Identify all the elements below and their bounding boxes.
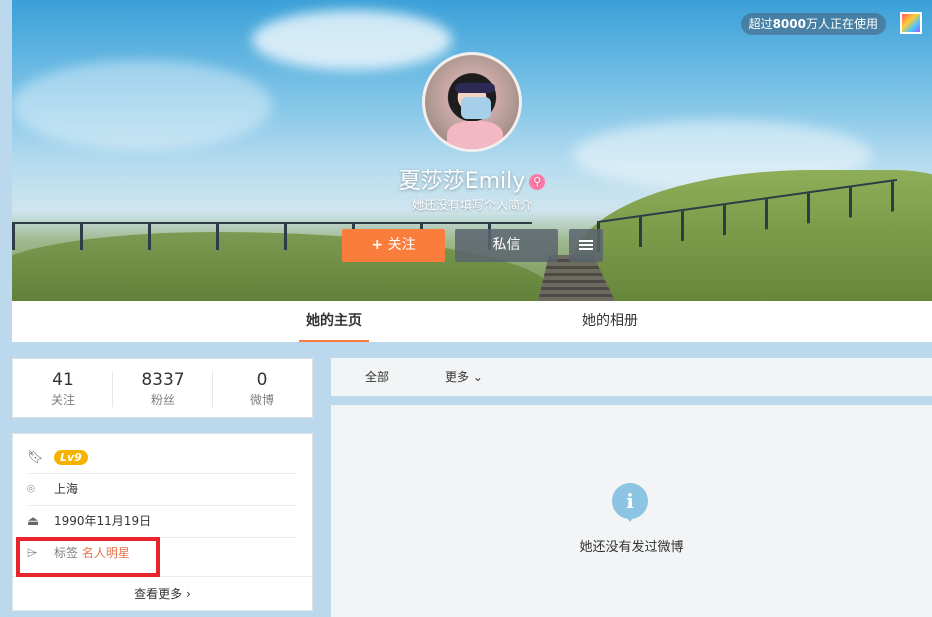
highlight-box	[16, 537, 160, 577]
tab-home[interactable]: 她的主页	[299, 301, 369, 342]
stat-label: 关注	[50, 393, 75, 407]
location-text: 上海	[54, 482, 79, 496]
stat-value: 41	[52, 370, 74, 390]
stat-posts[interactable]: 0 微博	[212, 359, 312, 417]
cover-banner: 超过8000万人正在使用 夏莎莎Emily ⚲ 她还没有填写个人简介 + 关注 私…	[12, 0, 932, 301]
chevron-down-icon: ⌄	[472, 370, 483, 384]
stat-value: 8337	[141, 370, 185, 390]
avatar-detail	[447, 121, 503, 149]
cake-icon: ⏏	[27, 514, 40, 529]
menu-icon	[579, 240, 593, 242]
info-card: 🔖︎ Lv9 ⌾ 上海 ⏏ 1990年11月19日 ⌲ 标签 名人明星 查看更多…	[12, 433, 313, 611]
level-row: 🔖︎ Lv9	[27, 442, 297, 474]
username-row: 夏莎莎Emily ⚲	[12, 163, 932, 195]
follow-label: 关注	[387, 237, 416, 253]
filter-more-label: 更多	[445, 370, 470, 384]
profile-tabs: 她的主页 她的相册	[12, 301, 932, 342]
member-icon[interactable]: ⚲	[529, 174, 546, 190]
stat-value: 0	[256, 370, 268, 390]
info-icon-tail	[625, 515, 635, 522]
stat-followers[interactable]: 8337 粉丝	[113, 359, 213, 417]
cloud-decoration	[252, 10, 452, 70]
user-count-badge: 超过8000万人正在使用	[740, 13, 886, 35]
username: 夏莎莎Emily	[398, 169, 526, 194]
view-more-link[interactable]: 查看更多 ›	[13, 576, 312, 611]
info-icon: i	[612, 483, 648, 519]
stat-label: 微博	[249, 393, 274, 407]
filter-more[interactable]: 更多 ⌄	[445, 358, 483, 396]
location-pin-icon: ⌾	[27, 482, 35, 497]
view-more-label: 查看更多	[134, 587, 183, 601]
cloud-decoration	[12, 60, 272, 150]
stat-following[interactable]: 41 关注	[13, 359, 113, 417]
feed-panel: i 她还没有发过微博	[331, 405, 932, 617]
chevron-right-icon: ›	[186, 587, 191, 601]
stats-card: 41 关注 8337 粉丝 0 微博	[12, 358, 313, 418]
message-button[interactable]: 私信	[455, 229, 558, 262]
skin-icon[interactable]	[900, 12, 922, 34]
avatar-detail	[461, 97, 491, 119]
filter-all[interactable]: 全部	[365, 358, 389, 396]
menu-icon	[579, 244, 593, 246]
plus-icon: +	[371, 237, 384, 253]
level-badge[interactable]: Lv9	[54, 450, 88, 465]
location-row: ⌾ 上海	[27, 474, 297, 506]
stat-label: 粉丝	[150, 393, 175, 407]
tab-album[interactable]: 她的相册	[575, 301, 645, 342]
birthday-text: 1990年11月19日	[54, 514, 152, 528]
bookmark-icon: 🔖︎	[27, 450, 44, 465]
avatar-detail	[455, 83, 495, 93]
avatar[interactable]	[422, 52, 522, 152]
menu-icon	[579, 248, 593, 250]
empty-feed-text: 她还没有发过微博	[579, 540, 684, 555]
profile-intro: 她还没有填写个人简介	[411, 198, 532, 212]
feed-filter-bar: 全部 更多 ⌄	[331, 358, 932, 396]
birthday-row: ⏏ 1990年11月19日	[27, 506, 297, 538]
menu-button[interactable]	[569, 229, 603, 262]
fence-left	[12, 222, 532, 250]
follow-button[interactable]: + 关注	[342, 229, 445, 262]
